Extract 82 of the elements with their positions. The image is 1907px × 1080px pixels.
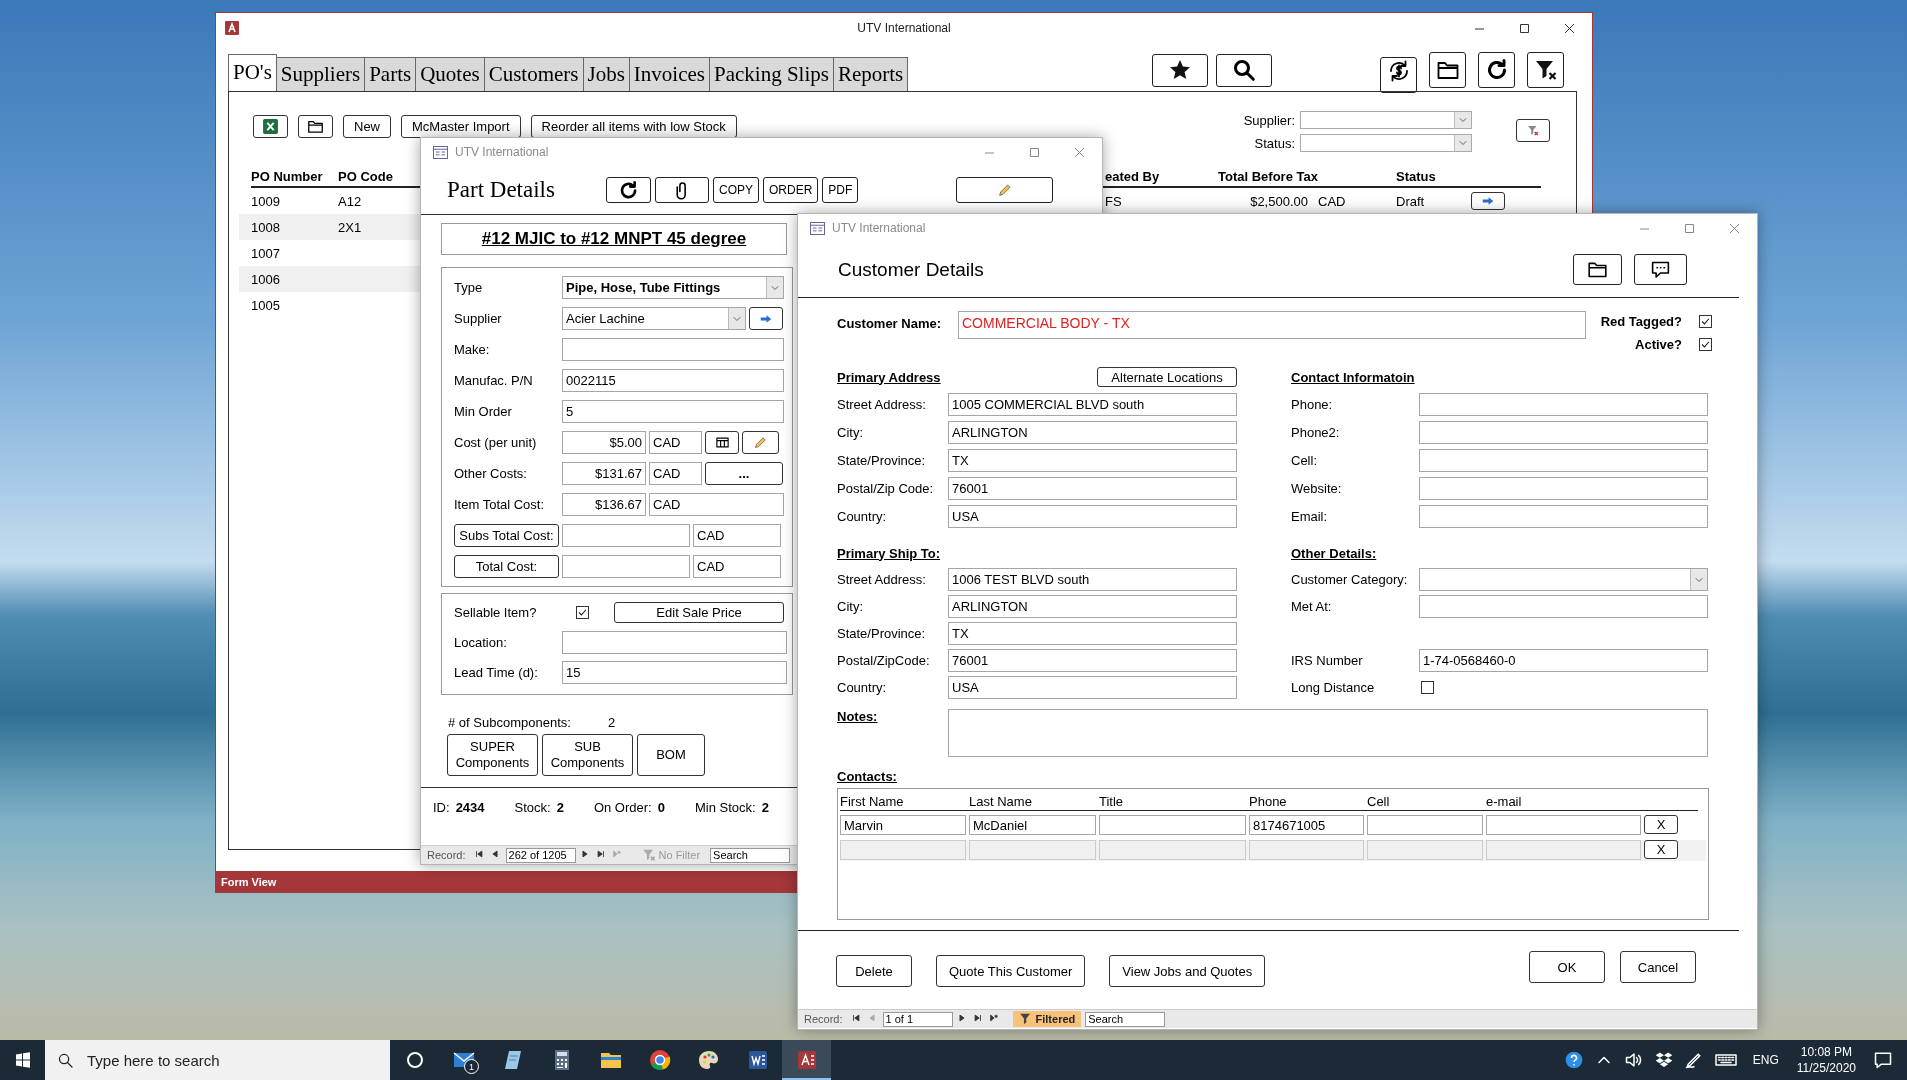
window-title: UTV International — [857, 21, 951, 35]
filter-label: Supplier: — [1242, 112, 1295, 128]
field-label: Postal/ZipCode: — [837, 653, 931, 668]
table-cell: FS — [1105, 193, 1122, 209]
section-heading: Contacts: — [837, 769, 898, 784]
field-label: Street Address: — [837, 572, 927, 587]
column-header: Status — [1396, 168, 1437, 184]
column-header: Phone — [1249, 793, 1288, 809]
section-heading: Primary Address — [837, 369, 941, 385]
table-cell: $2,500.00 — [1250, 193, 1308, 209]
column-header: First Name — [840, 793, 905, 809]
field-label: Country: — [837, 508, 888, 524]
field-label: Customer Name: — [837, 315, 943, 331]
table-cell: Draft — [1396, 193, 1425, 209]
column-header: PO Code — [338, 168, 394, 184]
table-cell: 1005 — [251, 297, 280, 313]
field-label: Min Order — [454, 404, 513, 419]
field-label: Supplier — [454, 311, 503, 326]
checkbox-label: Red Tagged? — [1600, 314, 1682, 329]
table-cell: 2X1 — [338, 219, 362, 235]
checkbox-label: Active? — [1635, 337, 1682, 352]
field-label: State/Province: — [837, 626, 927, 641]
field-label: Phone2: — [1291, 424, 1341, 440]
window-title: UTV International — [832, 221, 926, 235]
column-header: Title — [1099, 793, 1125, 809]
info-value: 2 — [556, 799, 564, 815]
field-label: # of Subcomponents: — [448, 715, 572, 730]
subcomponent-count: 2 — [608, 715, 616, 730]
column-header: PO Number — [251, 168, 324, 184]
field-label: State/Province: — [837, 452, 927, 468]
form-heading: Part Details — [447, 177, 556, 203]
field-label: Sellable Item? — [454, 605, 538, 620]
field-label: Website: — [1291, 480, 1343, 496]
table-cell: 1006 — [251, 271, 280, 287]
field-label: Location: — [454, 635, 508, 650]
field-label: Item Total Cost: — [454, 497, 546, 512]
field-label: City: — [837, 599, 864, 614]
field-label: Postal/Zip Code: — [837, 480, 935, 496]
window-title: UTV International — [455, 145, 549, 159]
record-label: Record: — [427, 849, 466, 861]
info-value: 2434 — [455, 799, 485, 815]
column-header: Total Before Tax — [1218, 168, 1318, 184]
field-label: Lead Time (d): — [454, 665, 539, 680]
field-label: Email: — [1291, 508, 1329, 524]
field-label: Long Distance — [1291, 680, 1376, 695]
field-label: Manufac. P/N — [454, 373, 534, 388]
info-label: Min Stock: — [694, 799, 756, 815]
info-label: Stock: — [514, 799, 551, 815]
column-header: Cell — [1367, 793, 1391, 809]
table-cell: 1007 — [251, 245, 280, 261]
column-header: e-mail — [1486, 793, 1523, 809]
field-label: IRS Number — [1291, 653, 1364, 668]
field-label: Country: — [837, 680, 888, 695]
form-heading: Customer Details — [838, 258, 984, 281]
field-label: Met At: — [1291, 599, 1333, 614]
field-label: Type — [454, 280, 484, 295]
table-cell: CAD — [1318, 193, 1346, 209]
field-label: Phone: — [1291, 396, 1334, 412]
info-label: ID: — [433, 799, 450, 815]
info-value: 0 — [657, 799, 665, 815]
section-heading: Other Details: — [1291, 545, 1377, 561]
field-label: Cell: — [1291, 452, 1318, 468]
table-cell: 1009 — [251, 193, 280, 209]
record-label: Record: — [804, 1013, 843, 1025]
notification-badge: 1 — [464, 1059, 479, 1074]
filter-label: Status: — [1253, 135, 1295, 151]
info-value: 2 — [761, 799, 769, 815]
column-header: Last Name — [969, 793, 1033, 809]
table-cell: 1008 — [251, 219, 280, 235]
field-label: City: — [837, 424, 864, 440]
part-name-heading: #12 MJIC to #12 MNPT 45 degree — [441, 223, 787, 255]
info-label: On Order: — [593, 799, 652, 815]
section-heading: Primary Ship To: — [837, 545, 941, 561]
field-label: Other Costs: — [454, 466, 528, 481]
field-label: Street Address: — [837, 396, 927, 412]
table-cell: A12 — [338, 193, 362, 209]
field-label: Cost (per unit) — [454, 435, 538, 450]
field-label: Customer Category: — [1291, 572, 1409, 587]
section-heading: Notes: — [837, 709, 879, 724]
field-label: Make: — [454, 342, 491, 357]
section-heading: Contact Informatoin — [1291, 369, 1415, 385]
column-header: eated By — [1105, 168, 1161, 184]
